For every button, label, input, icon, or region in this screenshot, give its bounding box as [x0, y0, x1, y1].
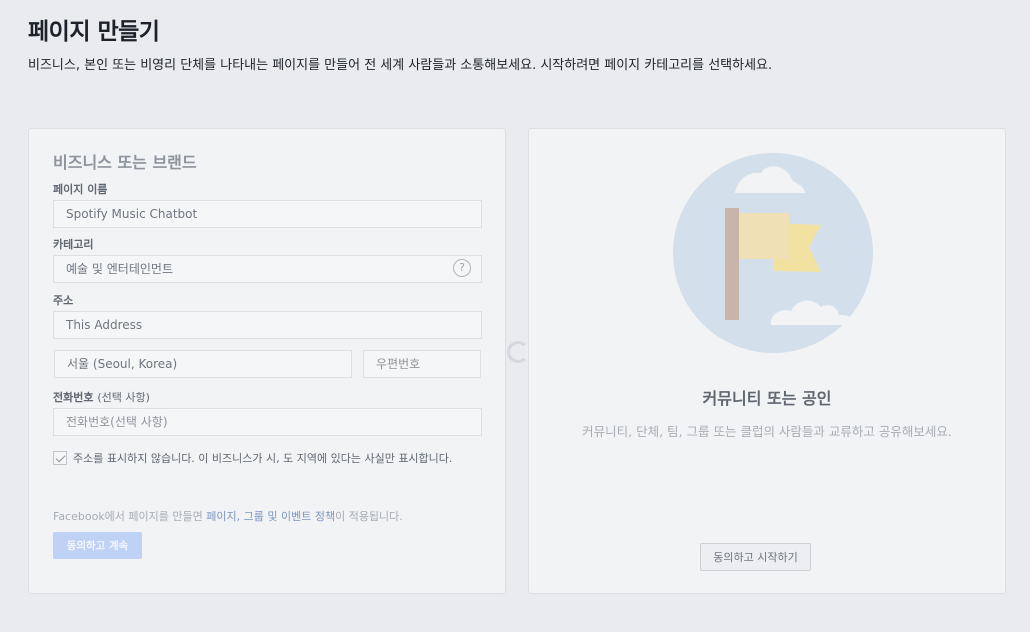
agree-continue-button[interactable]: 동의하고 계속	[53, 532, 142, 559]
zip-code-placeholder: 우편번호	[376, 357, 421, 371]
flag-body-shape	[739, 213, 789, 259]
page-subtitle: 비즈니스, 본인 또는 비영리 단체를 나타내는 페이지를 만들어 전 세계 사…	[28, 58, 773, 73]
flag-pole-shape	[725, 208, 739, 320]
page-name-label: 페이지 이름	[53, 183, 108, 196]
phone-input[interactable]: 전화번호(선택 사항)	[53, 408, 482, 436]
phone-placeholder: 전화번호(선택 사항)	[66, 415, 168, 429]
category-input[interactable]: 예술 및 엔터테인먼트 ?	[53, 255, 482, 283]
terms-suffix: 이 적용됩니다.	[335, 510, 403, 523]
hide-address-label: 주소를 표시하지 않습니다. 이 비즈니스가 시, 도 지역에 있다는 사실만 …	[73, 452, 453, 465]
page-title: 페이지 만들기	[28, 19, 160, 45]
community-card-description: 커뮤니티, 단체, 팀, 그룹 또는 클럽의 사람들과 교류하고 공유해보세요.	[582, 424, 952, 439]
category-label: 카테고리	[53, 238, 94, 251]
street-address-input[interactable]: This Address	[53, 311, 482, 339]
address-label: 주소	[53, 294, 74, 307]
hide-address-checkbox[interactable]	[53, 451, 67, 465]
help-icon[interactable]: ?	[453, 259, 471, 277]
community-card-heading: 커뮤니티 또는 공인	[702, 389, 832, 408]
page-name-input[interactable]: Spotify Music Chatbot	[53, 200, 482, 228]
community-public-figure-card[interactable]: 커뮤니티 또는 공인 커뮤니티, 단체, 팀, 그룹 또는 클럽의 사람들과 교…	[528, 128, 1006, 594]
category-value: 예술 및 엔터테인먼트	[66, 262, 173, 276]
business-card-heading: 비즈니스 또는 브랜드	[53, 153, 197, 172]
terms-prefix: Facebook에서 페이지를 만들면	[53, 510, 207, 523]
city-input[interactable]: 서울 (Seoul, Korea)	[54, 350, 352, 378]
business-brand-card[interactable]: 비즈니스 또는 브랜드 페이지 이름 Spotify Music Chatbot…	[28, 128, 506, 594]
flag-illustration	[665, 153, 873, 353]
phone-label-optional: (선택 사항)	[97, 391, 150, 404]
agree-start-button[interactable]: 동의하고 시작하기	[700, 543, 811, 571]
hide-address-option[interactable]: 주소를 표시하지 않습니다. 이 비즈니스가 시, 도 지역에 있다는 사실만 …	[53, 450, 452, 466]
phone-label: 전화번호 (선택 사항)	[53, 389, 150, 405]
street-address-value: This Address	[66, 318, 143, 332]
loading-spinner-icon	[507, 341, 529, 363]
terms-notice: Facebook에서 페이지를 만들면 페이지, 그룹 및 이벤트 정책이 적용…	[53, 508, 403, 524]
zip-code-input[interactable]: 우편번호	[363, 350, 481, 378]
phone-label-text: 전화번호	[53, 391, 94, 404]
policy-link[interactable]: 페이지, 그룹 및 이벤트 정책	[206, 510, 335, 523]
page-name-value: Spotify Music Chatbot	[66, 207, 198, 221]
city-value: 서울 (Seoul, Korea)	[67, 357, 178, 371]
